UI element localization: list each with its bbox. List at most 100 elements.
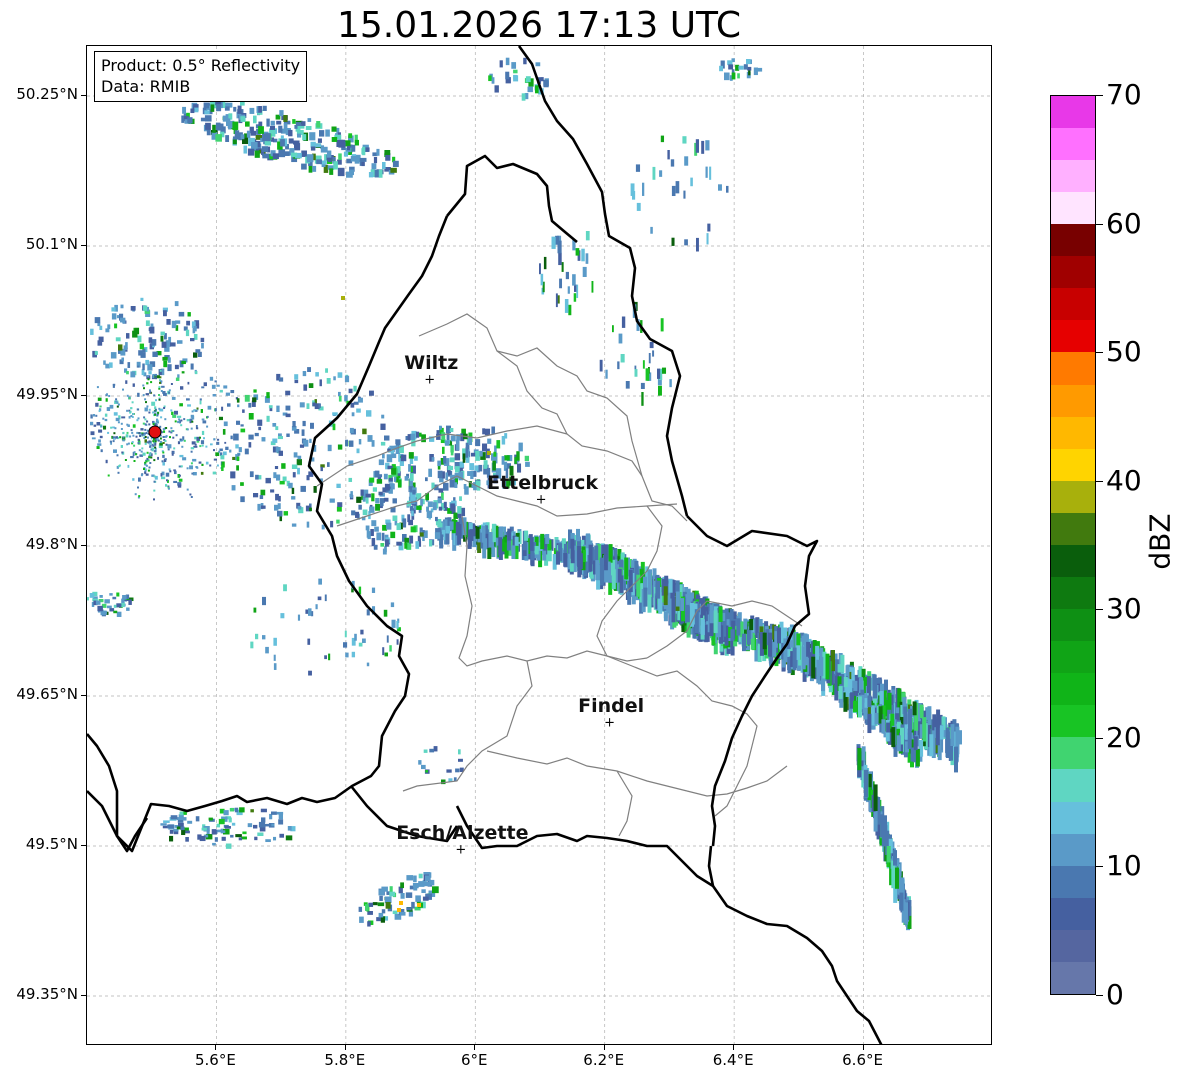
echo-cell — [376, 532, 382, 541]
echo-cell — [287, 826, 292, 831]
echo-cell — [171, 453, 174, 456]
echo-cell — [696, 237, 699, 252]
echo-cell — [246, 130, 251, 139]
echo-cell — [207, 405, 212, 410]
echo-cell — [886, 722, 891, 733]
echo-cell — [572, 274, 576, 286]
echo-cell — [154, 413, 157, 416]
echo-cell — [279, 110, 284, 117]
echo-cell — [154, 450, 157, 453]
echo-cell — [457, 529, 462, 545]
city-marker: + — [424, 373, 435, 388]
echo-cell — [252, 397, 257, 403]
echo-cell — [365, 497, 369, 504]
echo-cell — [347, 145, 351, 151]
echo-cell — [337, 372, 343, 378]
echo-cell — [663, 586, 668, 606]
echo-cell — [230, 435, 233, 440]
echo-cell — [320, 466, 323, 472]
echo-cell — [258, 106, 262, 113]
colorbar-tick-mark — [1096, 609, 1103, 611]
echo-cell — [161, 460, 164, 463]
echo-cell — [376, 479, 383, 484]
echo-cell — [230, 471, 236, 479]
colorbar-tick-mark — [1096, 866, 1103, 868]
echo-cell — [273, 836, 277, 841]
echo-cell — [551, 236, 556, 249]
echo-cell — [493, 451, 497, 457]
echo-cell — [756, 67, 763, 72]
echo-cell — [415, 895, 421, 902]
echo-cell — [954, 746, 958, 773]
echo-cell — [183, 439, 186, 442]
echo-cell — [154, 423, 157, 426]
echo-cell — [563, 553, 568, 567]
echo-cell — [170, 409, 173, 412]
echo-cell — [306, 521, 310, 528]
echo-cell — [280, 139, 285, 147]
echo-cell — [215, 134, 222, 142]
echo-cell — [140, 450, 143, 453]
echo-cell — [148, 408, 151, 411]
echo-cell — [642, 182, 645, 196]
echo-cell — [124, 459, 127, 461]
echo-cell — [130, 407, 133, 410]
echo-cell — [358, 439, 362, 445]
echo-cell — [344, 630, 347, 638]
colorbar-segment — [1051, 833, 1095, 866]
echo-cell — [259, 495, 264, 500]
echo-cell — [280, 613, 285, 619]
echo-cell — [201, 444, 204, 447]
echo-cell — [180, 424, 183, 427]
echo-cell — [487, 451, 491, 455]
echo-cell — [186, 398, 190, 401]
echo-cell — [236, 456, 240, 462]
echo-cell — [157, 439, 160, 442]
echo-cell — [201, 463, 204, 466]
echo-cell — [409, 535, 414, 544]
colorbar-segment — [1051, 801, 1095, 834]
echo-cell — [360, 629, 364, 635]
echo-cell — [317, 596, 322, 601]
echo-cell — [144, 407, 148, 412]
echo-cell — [250, 809, 254, 813]
echo-cell — [216, 123, 224, 131]
echo-cell — [105, 328, 110, 333]
echo-cell — [97, 443, 102, 446]
echo-cell — [145, 460, 148, 463]
echo-cell — [211, 384, 216, 389]
echo-cell — [173, 447, 176, 450]
echo-cell — [283, 115, 288, 122]
echo-cell — [283, 584, 287, 592]
echo-cell — [462, 453, 466, 463]
echo-cell — [148, 337, 153, 343]
echo-cell — [144, 436, 147, 438]
echo-cell — [275, 426, 279, 431]
echo-cell — [158, 398, 161, 401]
echo-cell — [126, 607, 130, 611]
echo-cell — [659, 170, 663, 177]
echo-cell — [291, 496, 296, 500]
echo-cell — [567, 286, 570, 294]
echo-cell — [491, 77, 495, 84]
echo-cell — [389, 645, 392, 652]
echo-cell — [277, 510, 283, 517]
echo-cell — [137, 438, 140, 441]
echo-cell — [441, 432, 446, 441]
echo-cell — [539, 263, 541, 275]
echo-cell — [229, 449, 232, 453]
echo-cell — [155, 377, 157, 380]
echo-cell — [499, 526, 504, 539]
echo-cell — [100, 425, 103, 428]
echo-cell — [150, 456, 153, 459]
echo-cell — [128, 397, 131, 400]
echo-cell — [212, 471, 217, 475]
echo-cell — [291, 464, 298, 470]
echo-cell — [534, 545, 539, 555]
echo-cell — [135, 435, 138, 438]
echo-cell — [455, 466, 460, 473]
colorbar-segment — [1051, 961, 1095, 994]
echo-cell — [186, 467, 189, 470]
echo-cell — [396, 523, 401, 531]
echo-cell — [115, 436, 118, 439]
